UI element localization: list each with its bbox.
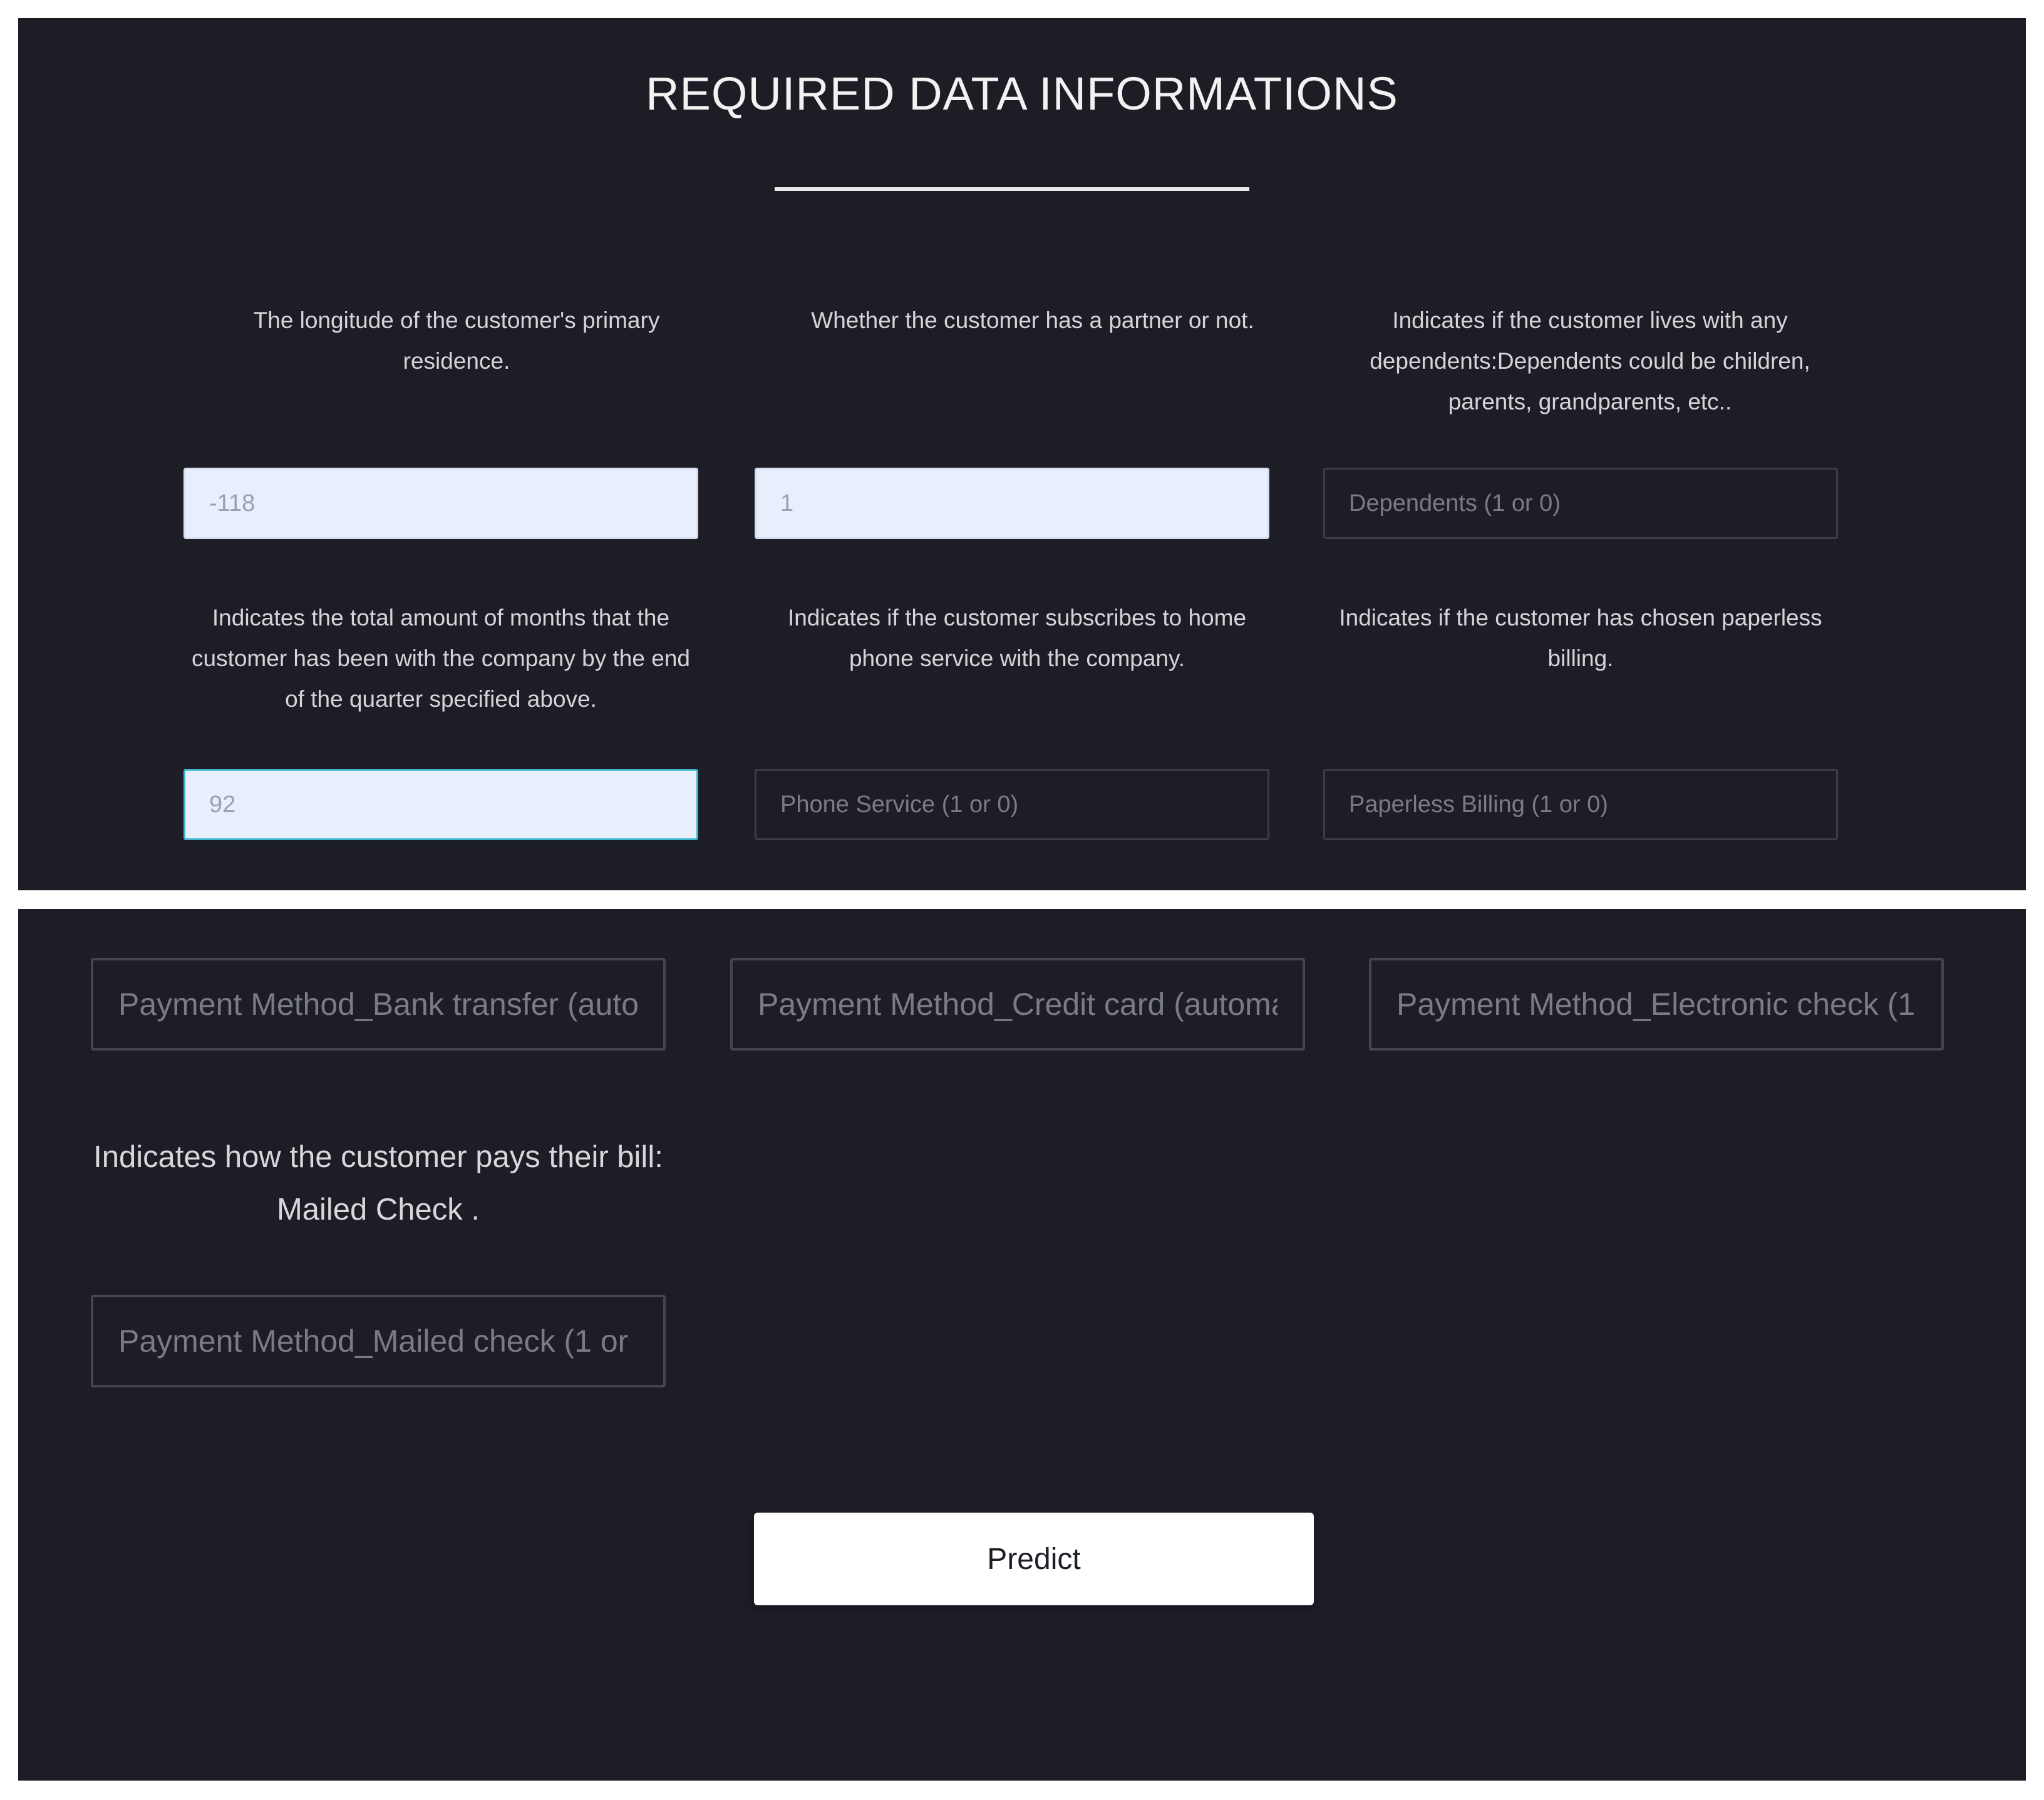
mailed-check-description: Indicates how the customer pays their bi… <box>93 1140 663 1227</box>
dependents-input[interactable] <box>1323 468 1838 539</box>
payment-electronic-check-input[interactable] <box>1369 958 1944 1051</box>
phone-service-description: Indicates if the customer subscribes to … <box>787 605 1247 671</box>
form-panel-top: REQUIRED DATA INFORMATIONS The longitude… <box>18 18 2026 890</box>
partner-description: Whether the customer has a partner or no… <box>811 307 1254 333</box>
paperless-billing-description: Indicates if the customer has chosen pap… <box>1339 605 1822 671</box>
payment-mailed-check-input[interactable] <box>91 1295 666 1387</box>
tenure-input[interactable] <box>183 769 698 840</box>
longitude-description: The longitude of the customer's primary … <box>253 307 660 374</box>
form-panel-bottom: Indicates how the customer pays their bi… <box>18 909 2026 1781</box>
payment-bank-transfer-input[interactable] <box>91 958 666 1051</box>
phone-service-input[interactable] <box>755 769 1269 840</box>
page-title: REQUIRED DATA INFORMATIONS <box>646 68 1398 120</box>
longitude-input[interactable] <box>183 468 698 539</box>
partner-input[interactable] <box>755 468 1269 539</box>
tenure-description: Indicates the total amount of months tha… <box>192 605 690 712</box>
title-divider <box>775 187 1249 191</box>
payment-credit-card-input[interactable] <box>730 958 1305 1051</box>
dependents-description: Indicates if the customer lives with any… <box>1370 307 1810 414</box>
predict-button[interactable]: Predict <box>754 1513 1314 1605</box>
paperless-billing-input[interactable] <box>1323 769 1838 840</box>
